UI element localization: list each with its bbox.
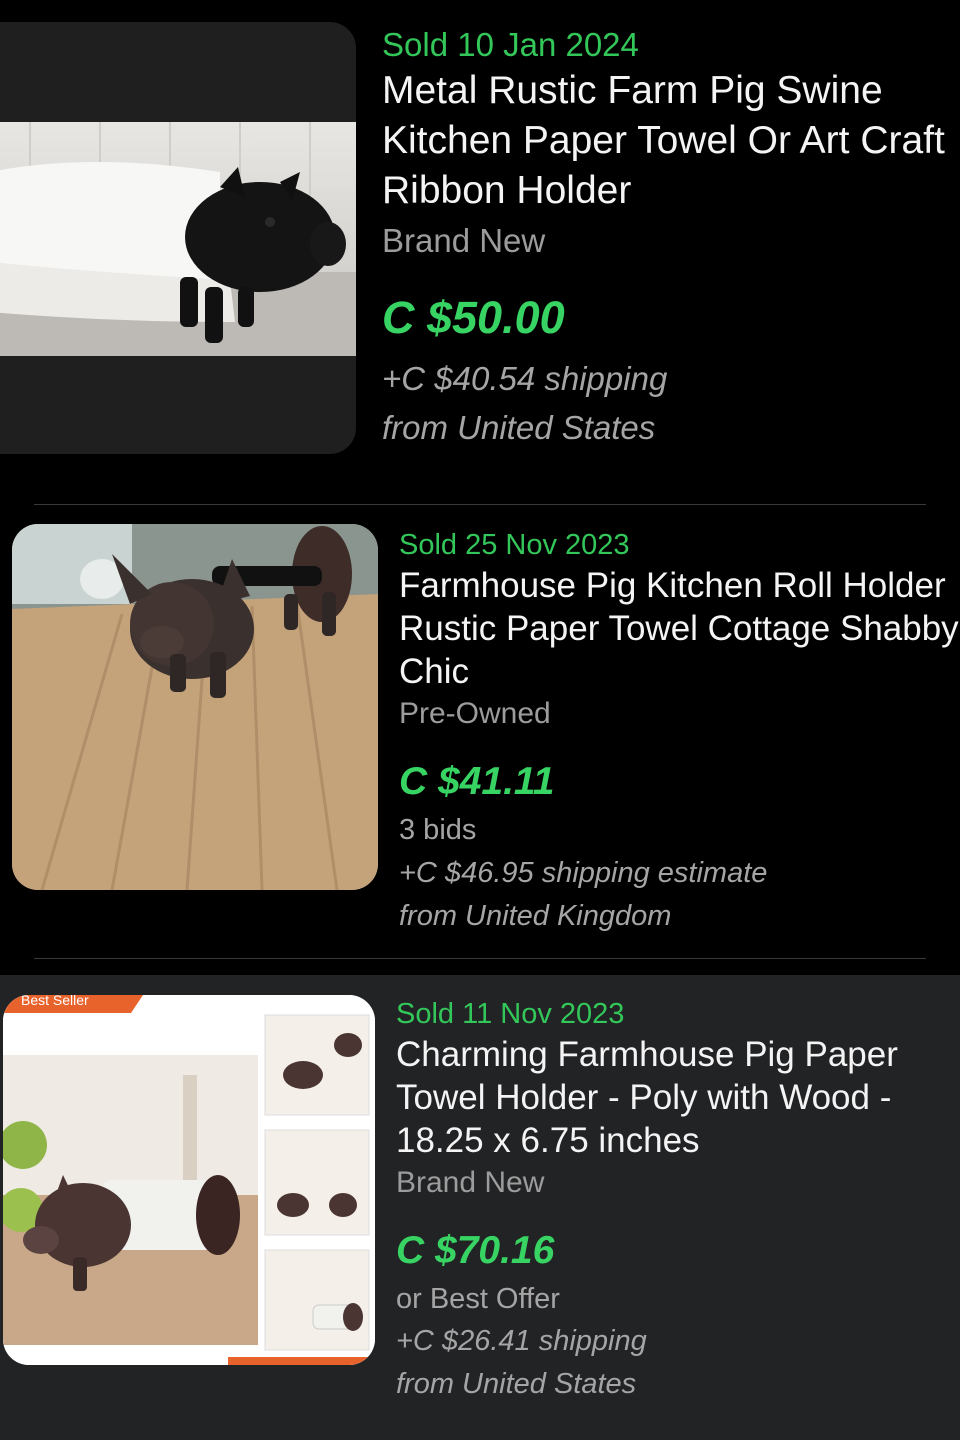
item-location: from United States xyxy=(396,1368,637,1400)
listing-item-2[interactable]: Sold 25 Nov 2023 Farmhouse Pig Kitchen R… xyxy=(0,506,960,961)
item-condition: Brand New xyxy=(382,222,546,259)
sold-price: C $70.16 xyxy=(396,1229,555,1272)
listing-image[interactable]: Best Seller xyxy=(3,995,375,1365)
item-condition: Brand New xyxy=(396,1166,545,1199)
pig-towel-holder-product-collage: Best Seller xyxy=(3,995,375,1365)
listing-image[interactable] xyxy=(0,22,356,454)
best-offer-label: or Best Offer xyxy=(396,1283,560,1315)
shipping-cost: +C $46.95 shipping estimate xyxy=(399,857,768,889)
listing-item-1[interactable]: Sold 10 Jan 2024 Metal Rustic Farm Pig S… xyxy=(0,0,960,505)
item-location: from United Kingdom xyxy=(399,900,672,932)
divider xyxy=(34,958,926,959)
item-location: from United States xyxy=(382,409,656,446)
sold-date: Sold 11 Nov 2023 xyxy=(396,998,625,1030)
listing-item-3[interactable]: Best Seller Sold 11 Nov 2023 Charming Fa… xyxy=(0,975,960,1440)
sold-price: C $41.11 xyxy=(399,760,555,803)
divider xyxy=(34,504,926,505)
listing-image[interactable] xyxy=(12,524,378,890)
item-condition: Pre-Owned xyxy=(399,697,551,730)
shipping-cost: +C $26.41 shipping xyxy=(396,1325,647,1357)
sold-date: Sold 25 Nov 2023 xyxy=(399,529,630,561)
shipping-cost: +C $40.54 shipping xyxy=(382,360,668,397)
bid-count: 3 bids xyxy=(399,814,477,846)
sold-price: C $50.00 xyxy=(382,292,565,343)
badge-label: Best Seller xyxy=(21,995,89,1008)
pig-paper-towel-holder-photo xyxy=(0,122,356,356)
sold-date: Sold 10 Jan 2024 xyxy=(382,26,639,63)
pig-kitchen-roll-holder-photo xyxy=(12,524,378,890)
listing-title[interactable]: Charming Farmhouse Pig Paper Towel Holde… xyxy=(396,1033,956,1162)
listing-title[interactable]: Metal Rustic Farm Pig Swine Kitchen Pape… xyxy=(382,66,960,216)
listing-title[interactable]: Farmhouse Pig Kitchen Roll Holder Rustic… xyxy=(399,564,959,693)
